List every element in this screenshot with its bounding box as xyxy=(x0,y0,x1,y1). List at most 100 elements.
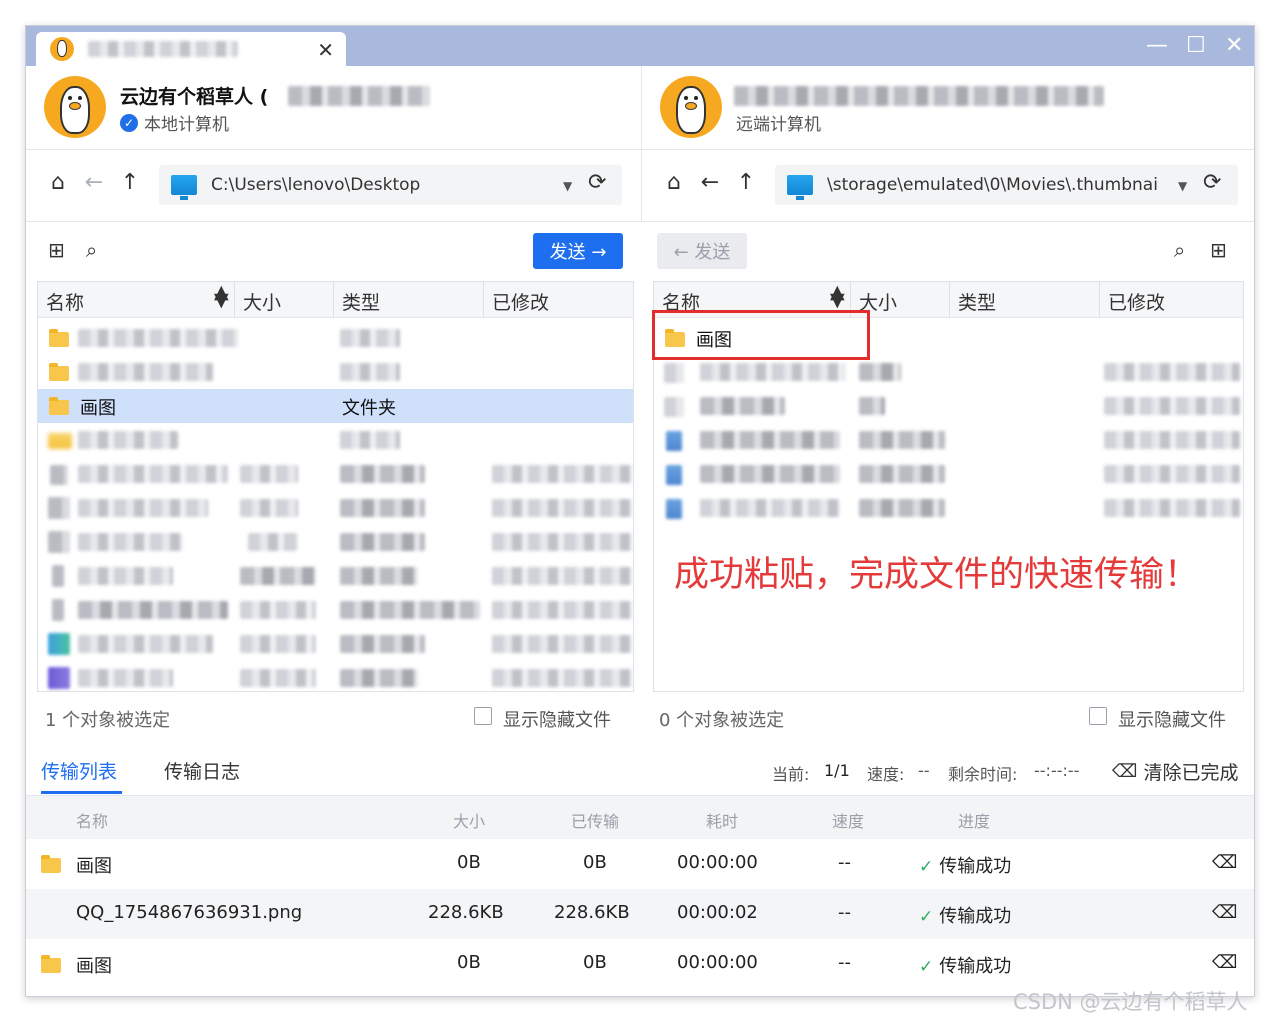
remote-path-dropdown-icon[interactable]: ▼ xyxy=(1178,179,1187,193)
row-eraser-icon[interactable]: ⌫ xyxy=(1212,852,1237,873)
remote-list-item[interactable] xyxy=(654,491,1243,525)
current-value: 1/1 xyxy=(824,761,850,780)
new-folder-icon[interactable]: ⊞ xyxy=(48,238,65,262)
list-item[interactable] xyxy=(38,661,633,691)
window-close-icon[interactable]: ✕ xyxy=(1225,32,1243,60)
remote-list-item[interactable] xyxy=(654,389,1243,423)
redacted-icon xyxy=(666,499,682,519)
remote-label: 远端计算机 xyxy=(736,115,821,135)
redacted-icon xyxy=(666,431,682,451)
tab-transfer-log[interactable]: 传输日志 xyxy=(164,757,240,784)
tab-close-icon[interactable]: ✕ xyxy=(317,38,334,62)
selected-file-name: 画图 xyxy=(80,398,116,419)
tl-col-name: 名称 xyxy=(76,812,109,831)
remote-back-arrow-icon[interactable]: ← xyxy=(692,170,728,195)
redacted-date xyxy=(1104,465,1240,483)
remote-sort-icon[interactable]: ▲ ▼ xyxy=(830,283,845,310)
back-arrow-icon[interactable]: ← xyxy=(76,170,112,195)
tl-col-transferred: 已传输 xyxy=(571,812,620,831)
redacted-type xyxy=(340,465,425,483)
redacted-icon xyxy=(48,497,70,519)
local-show-hidden-checkbox[interactable] xyxy=(474,707,492,725)
remote-path-input[interactable]: \storage\emulated\0\Movies\.thumbnai xyxy=(775,165,1238,205)
list-item[interactable] xyxy=(38,559,633,593)
clear-completed-button[interactable]: ⌫ 清除已完成 xyxy=(1112,758,1238,785)
remote-list-item[interactable] xyxy=(654,355,1243,389)
watermark: CSDN @云边有个稻草人 xyxy=(1013,990,1248,1014)
path-dropdown-icon[interactable]: ▼ xyxy=(563,179,572,193)
up-arrow-icon[interactable]: ↑ xyxy=(112,170,148,195)
remaining-value: --:--:-- xyxy=(1034,761,1080,780)
list-item[interactable] xyxy=(38,627,633,661)
row-eraser-icon[interactable]: ⌫ xyxy=(1212,952,1237,973)
tl-col-elapsed: 耗时 xyxy=(706,812,739,831)
minimize-icon[interactable]: — xyxy=(1146,32,1168,60)
remote-col-modified[interactable]: 已修改 xyxy=(1108,288,1165,315)
list-item[interactable] xyxy=(38,355,633,389)
remote-list-item[interactable] xyxy=(654,423,1243,457)
list-item-selected[interactable]: 画图 文件夹 xyxy=(38,389,633,423)
redacted-name xyxy=(78,465,228,483)
remote-refresh-icon[interactable]: ⟳ xyxy=(1203,170,1221,195)
refresh-icon[interactable]: ⟳ xyxy=(588,170,606,195)
tl-speed: -- xyxy=(838,852,851,873)
redacted-icon xyxy=(48,667,70,689)
list-item[interactable] xyxy=(38,457,633,491)
remote-list-item[interactable] xyxy=(654,457,1243,491)
tl-done: 0B xyxy=(583,952,607,973)
redacted-name xyxy=(78,635,213,653)
remote-search-icon[interactable]: ⌕ xyxy=(1174,238,1185,262)
table-row[interactable]: 画图 0B 0B 00:00:00 -- ✓ 传输成功 ⌫ xyxy=(26,839,1254,889)
remote-show-hidden-checkbox[interactable] xyxy=(1089,707,1107,725)
folder-icon xyxy=(49,397,69,415)
remote-home-icon[interactable]: ⌂ xyxy=(656,170,692,195)
remote-new-folder-icon[interactable]: ⊞ xyxy=(1210,238,1227,262)
row-eraser-icon[interactable]: ⌫ xyxy=(1212,902,1237,923)
redacted-size xyxy=(240,601,316,619)
remote-show-hidden-label: 显示隐藏文件 xyxy=(1118,710,1226,731)
redacted-date xyxy=(492,601,632,619)
home-icon[interactable]: ⌂ xyxy=(40,170,76,195)
redacted-icon xyxy=(48,433,72,449)
redacted-size xyxy=(859,499,945,517)
redacted-name xyxy=(78,669,173,687)
remote-col-type[interactable]: 类型 xyxy=(958,288,996,315)
clear-completed-label: 清除已完成 xyxy=(1143,762,1239,784)
tl-time: 00:00:00 xyxy=(677,952,758,973)
eraser-icon: ⌫ xyxy=(1112,761,1138,782)
redacted-size xyxy=(240,499,298,517)
list-item[interactable] xyxy=(38,593,633,627)
sort-icon[interactable]: ▲ ▼ xyxy=(214,283,229,310)
list-item[interactable] xyxy=(38,423,633,457)
col-name[interactable]: 名称 xyxy=(46,288,84,315)
col-type[interactable]: 类型 xyxy=(342,288,380,315)
remote-path-text: \storage\emulated\0\Movies\.thumbnai xyxy=(827,175,1158,195)
session-tab[interactable]: ✕ xyxy=(36,32,346,66)
table-row[interactable]: QQ_1754867636931.png 228.6KB 228.6KB 00:… xyxy=(26,889,1254,939)
search-icon[interactable]: ⌕ xyxy=(86,238,97,262)
col-modified[interactable]: 已修改 xyxy=(492,288,549,315)
local-avatar xyxy=(44,76,106,138)
tl-name: 画图 xyxy=(76,956,112,977)
send-button[interactable]: 发送 → xyxy=(533,233,623,269)
redacted-name xyxy=(78,499,208,517)
redacted-name xyxy=(78,363,213,381)
col-size[interactable]: 大小 xyxy=(243,288,281,315)
remote-up-arrow-icon[interactable]: ↑ xyxy=(728,170,764,195)
redacted-type xyxy=(340,499,425,517)
local-selection-status: 1 个对象被选定 xyxy=(45,710,171,731)
receive-button[interactable]: ← 发送 xyxy=(657,233,747,269)
local-label: ✓ 本地计算机 xyxy=(120,110,229,135)
local-path-input[interactable]: C:\Users\lenovo\Desktop xyxy=(159,165,622,205)
table-row[interactable]: 画图 0B 0B 00:00:00 -- ✓ 传输成功 ⌫ xyxy=(26,939,1254,989)
tl-name: 画图 xyxy=(76,856,112,877)
list-item[interactable] xyxy=(38,525,633,559)
tab-transfer-list[interactable]: 传输列表 xyxy=(41,757,117,784)
list-item[interactable] xyxy=(38,321,633,355)
app-window: ✕ — ☐ ✕ 云边有个稻草人 ( ✓ 本地计算机 远端计算机 ⌂ ← ↑ C:… xyxy=(25,25,1255,997)
remaining-label: 剩余时间: xyxy=(948,765,1018,784)
list-item[interactable] xyxy=(38,491,633,525)
maximize-icon[interactable]: ☐ xyxy=(1186,32,1206,60)
redacted-date xyxy=(492,533,632,551)
folder-icon xyxy=(41,955,61,973)
